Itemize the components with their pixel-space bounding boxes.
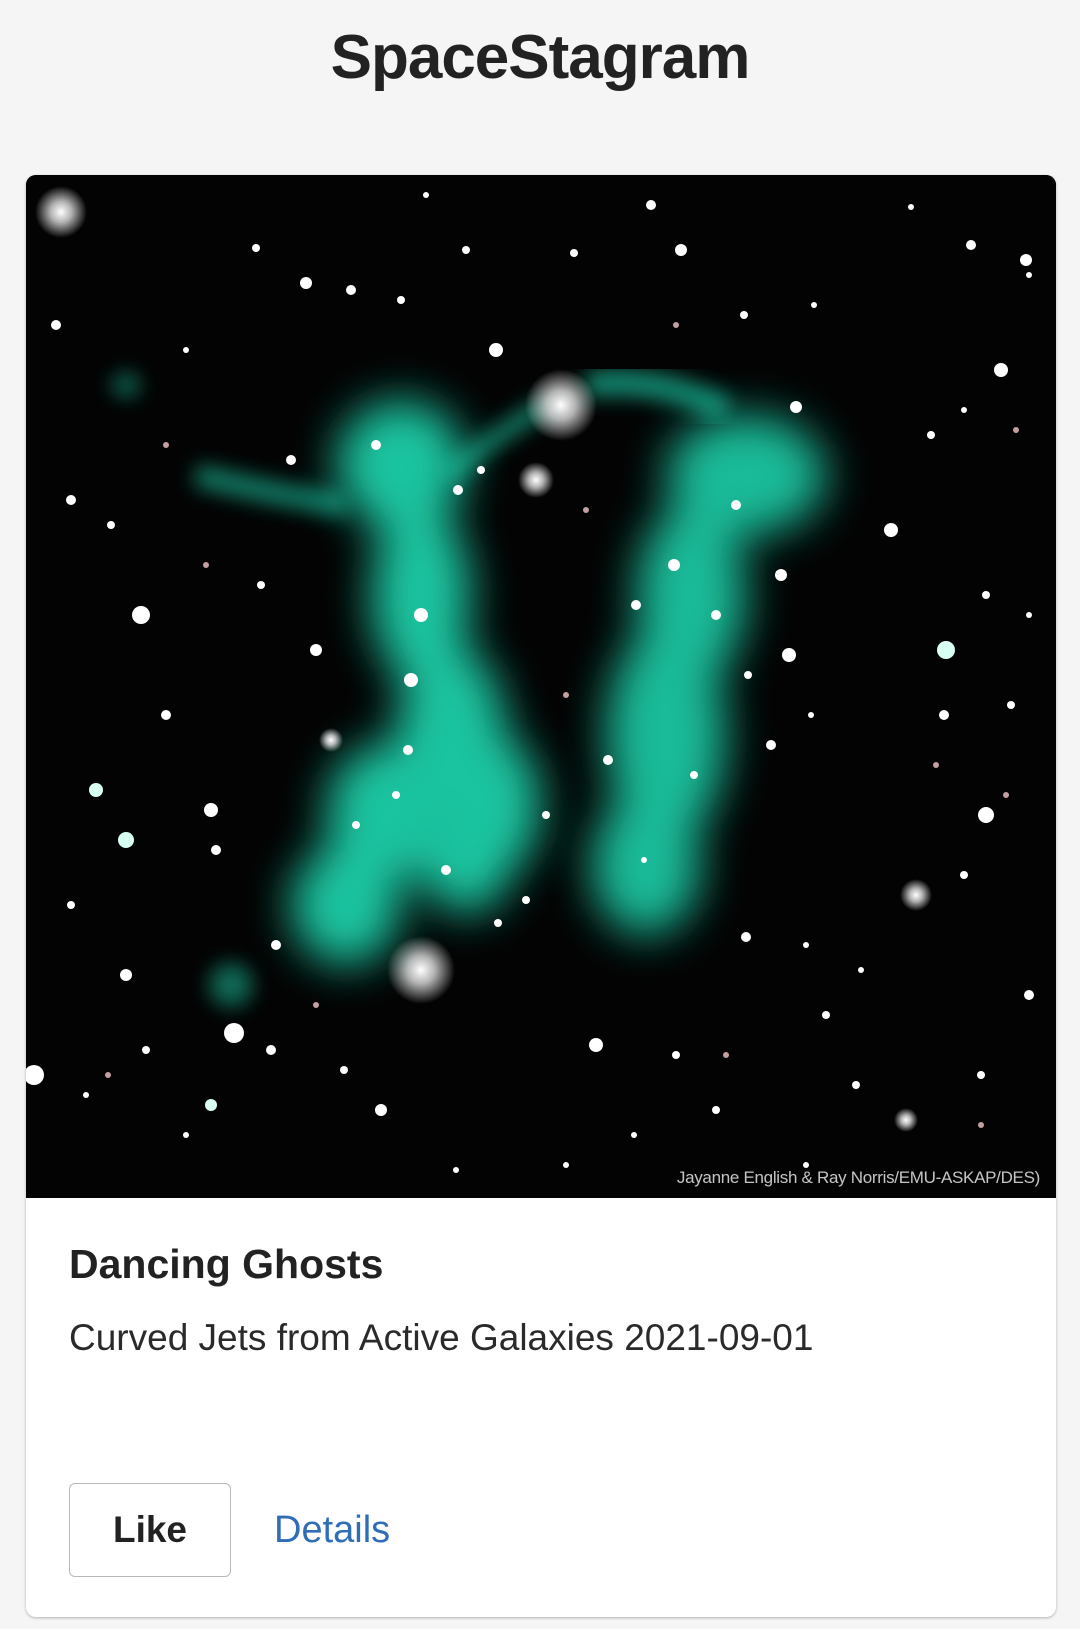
details-link[interactable]: Details <box>274 1509 390 1552</box>
post-image[interactable]: Jayanne English & Ray Norris/EMU-ASKAP/D… <box>26 175 1056 1198</box>
post-card: Jayanne English & Ray Norris/EMU-ASKAP/D… <box>26 175 1056 1617</box>
image-credit: Jayanne English & Ray Norris/EMU-ASKAP/D… <box>676 1168 1040 1187</box>
nebula-image <box>26 175 1056 1198</box>
app-title: SpaceStagram <box>330 23 751 92</box>
post-subtitle: Curved Jets from Active Galaxies 2021-09… <box>69 1317 814 1358</box>
card-actions: Like Details <box>69 1482 390 1578</box>
card-content: Dancing Ghosts Curved Jets from Active G… <box>69 1238 1019 1362</box>
post-title: Dancing Ghosts <box>69 1241 384 1287</box>
like-button[interactable]: Like <box>69 1483 231 1577</box>
